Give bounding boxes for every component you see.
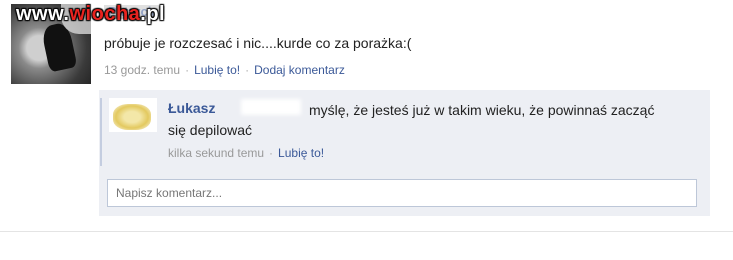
comment-thread-bar bbox=[100, 98, 102, 166]
post-meta: 13 godz. temu · Lubię to! · Dodaj komentarz bbox=[104, 63, 345, 77]
commenter-name[interactable]: Łukasz bbox=[168, 100, 215, 116]
comment-meta: kilka sekund temu · Lubię to! bbox=[168, 146, 324, 160]
watermark-suffix: .pl bbox=[140, 3, 166, 25]
redacted-surname bbox=[241, 99, 301, 115]
comment-input[interactable] bbox=[107, 179, 697, 207]
watermark-prefix: www. bbox=[16, 3, 70, 25]
comments-section: myślę, że jesteś już w takim wieku, że p… bbox=[99, 90, 710, 216]
watermark-brand: wiocha bbox=[69, 3, 141, 25]
separator-dot: · bbox=[269, 146, 274, 160]
comment-like-link[interactable]: Lubię to! bbox=[278, 146, 324, 160]
divider bbox=[0, 231, 733, 232]
watermark: www.wiocha.pl bbox=[16, 3, 165, 26]
post-timestamp[interactable]: 13 godz. temu bbox=[104, 63, 180, 77]
commenter-avatar[interactable] bbox=[109, 98, 157, 132]
comment-timestamp[interactable]: kilka sekund temu bbox=[168, 146, 264, 160]
post-like-link[interactable]: Lubię to! bbox=[194, 63, 240, 77]
separator-dot: · bbox=[245, 63, 250, 77]
add-comment-link[interactable]: Dodaj komentarz bbox=[254, 63, 345, 77]
avatar-figure bbox=[113, 104, 151, 130]
separator-dot: · bbox=[185, 63, 190, 77]
post-text: próbuje je rozczesać i nic....kurde co z… bbox=[104, 35, 412, 51]
